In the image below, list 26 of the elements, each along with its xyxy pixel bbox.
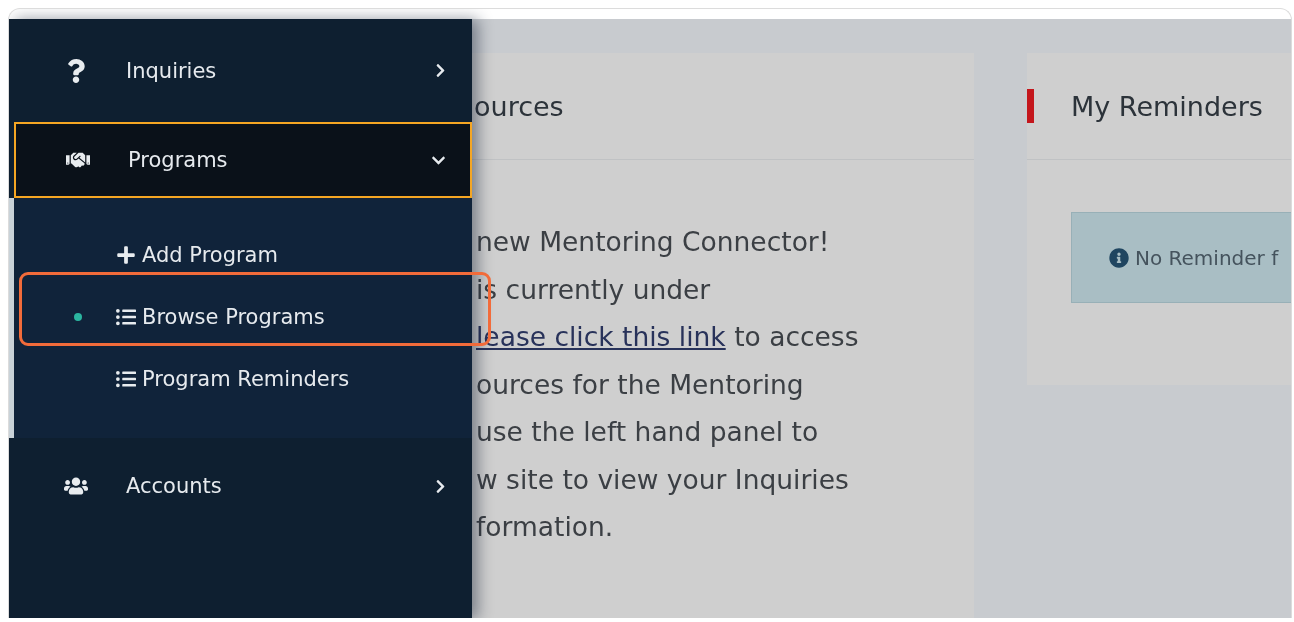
- body-text: w site to view your Inquiries: [476, 462, 850, 497]
- body-text: ources for the Mentoring: [476, 367, 805, 402]
- list-icon: [116, 369, 136, 389]
- nav-label: Inquiries: [126, 58, 218, 83]
- nav-label: Accounts: [126, 474, 223, 498]
- submenu-label: Program Reminders: [142, 367, 350, 391]
- submenu-item[interactable]: Browse Programs: [14, 286, 472, 348]
- card-title: My Reminders: [1071, 90, 1263, 122]
- nav-item[interactable]: Accounts: [9, 438, 472, 534]
- nav-item[interactable]: Inquiries: [9, 19, 472, 122]
- body-text: new Mentoring Connector!: [476, 225, 831, 259]
- submenu-item[interactable]: Add Program: [14, 224, 472, 286]
- submenu-label: Browse Programs: [142, 305, 325, 329]
- list-icon: [116, 307, 136, 327]
- plus-icon: [116, 245, 136, 265]
- body-text: use the left hand panel to: [476, 415, 820, 449]
- info-icon: [1109, 247, 1129, 268]
- accent-bar: [1027, 89, 1034, 123]
- nav-item[interactable]: Programs: [14, 122, 472, 198]
- nav-label: Programs: [128, 148, 229, 172]
- card-title: ources: [474, 90, 564, 122]
- body-text: to access: [733, 321, 859, 352]
- alert-text: No Reminder f: [1135, 245, 1279, 270]
- submenu-item[interactable]: Program Reminders: [14, 348, 472, 410]
- submenu-label: Add Program: [142, 243, 278, 267]
- body-text: formation.: [476, 510, 615, 544]
